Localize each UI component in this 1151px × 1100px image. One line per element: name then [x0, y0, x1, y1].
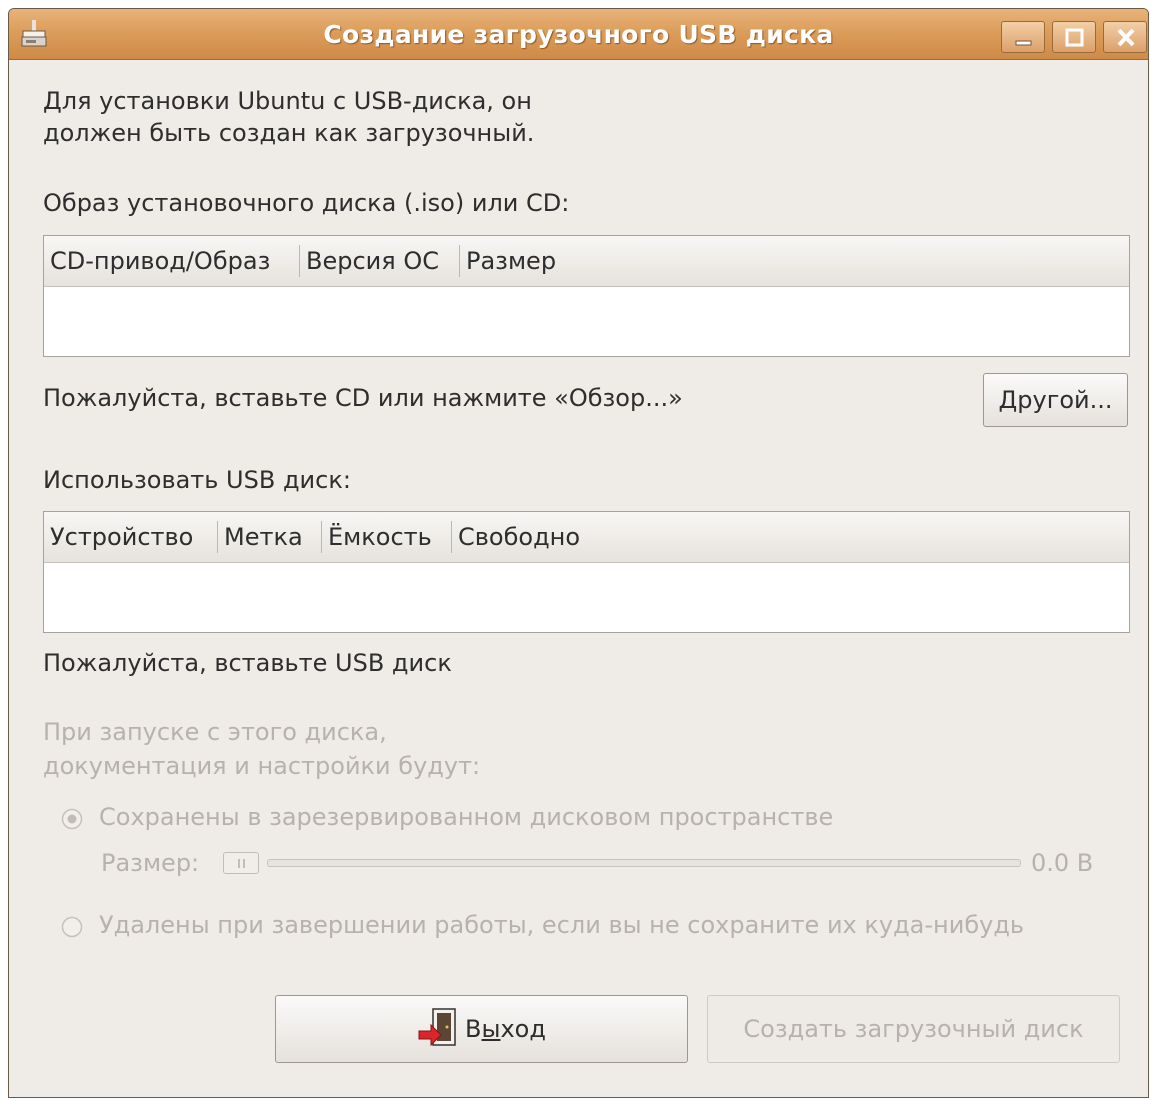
maximize-icon — [1065, 28, 1084, 47]
column-header-capacity[interactable]: Ёмкость — [322, 512, 452, 562]
option-keep-persistent-label[interactable]: Сохранены в зарезервированном дисковом п… — [99, 801, 833, 834]
quit-button[interactable]: Выход — [275, 995, 688, 1063]
usb-status-text: Пожалуйста, вставьте USB диск — [43, 649, 452, 677]
column-header-free[interactable]: Свободно — [452, 512, 652, 562]
radio-keep-persistent[interactable] — [61, 808, 83, 830]
persistence-label-line-2: документация и настройки будут: — [43, 752, 481, 780]
size-value: 0.0 B — [1031, 849, 1094, 877]
source-label: Образ установочного диска (.iso) или CD: — [43, 189, 570, 217]
make-startup-disk-button[interactable]: Создать загрузочный диск — [707, 995, 1120, 1063]
grip-line — [243, 859, 245, 868]
usb-creator-window: Создание загрузочного USB диска Для уста… — [8, 8, 1149, 1098]
persistence-size-slider-handle[interactable] — [223, 852, 259, 874]
column-header-cd-drive-image[interactable]: CD-привод/Образ — [44, 236, 300, 286]
quit-label-post: ход — [500, 1015, 546, 1043]
maximize-button[interactable] — [1052, 21, 1096, 53]
title-bar[interactable]: Создание загрузочного USB диска — [9, 9, 1148, 60]
intro-line-1: Для установки Ubuntu с USB-диска, он — [43, 87, 532, 115]
size-label: Размер: — [101, 849, 200, 877]
option-discard-on-shutdown-label[interactable]: Удалены при завершении работы, если вы н… — [99, 909, 1024, 942]
persistence-size-slider-trough[interactable] — [267, 859, 1021, 867]
source-table-header: CD-привод/Образ Версия ОС Размер — [44, 236, 1129, 287]
column-header-size[interactable]: Размер — [460, 236, 660, 286]
quit-label-mnemonic: ы — [481, 1015, 501, 1043]
column-header-label[interactable]: Метка — [218, 512, 322, 562]
column-header-os-version[interactable]: Версия ОС — [300, 236, 460, 286]
exit-door-icon — [418, 1008, 456, 1047]
source-image-table[interactable]: CD-привод/Образ Версия ОС Размер — [43, 235, 1130, 357]
close-button[interactable] — [1103, 21, 1147, 53]
grip-line — [238, 859, 240, 868]
minimize-icon — [1015, 40, 1032, 46]
other-source-button[interactable]: Другой... — [983, 373, 1128, 427]
intro-line-2: должен быть создан как загрузочный. — [43, 119, 535, 147]
usb-disk-table[interactable]: Устройство Метка Ёмкость Свободно — [43, 511, 1130, 633]
minimize-button[interactable] — [1001, 21, 1045, 53]
close-icon — [1117, 28, 1135, 47]
persistence-label-line-1: При запуске с этого диска, — [43, 718, 387, 746]
radio-discard-on-shutdown[interactable] — [61, 916, 83, 938]
usb-table-header: Устройство Метка Ёмкость Свободно — [44, 512, 1129, 563]
source-status-text: Пожалуйста, вставьте CD или нажмите «Обз… — [43, 384, 683, 412]
usb-label: Использовать USB диск: — [43, 466, 351, 494]
quit-label-pre: В — [465, 1015, 482, 1043]
column-header-device[interactable]: Устройство — [44, 512, 218, 562]
window-title: Создание загрузочного USB диска — [323, 20, 834, 49]
